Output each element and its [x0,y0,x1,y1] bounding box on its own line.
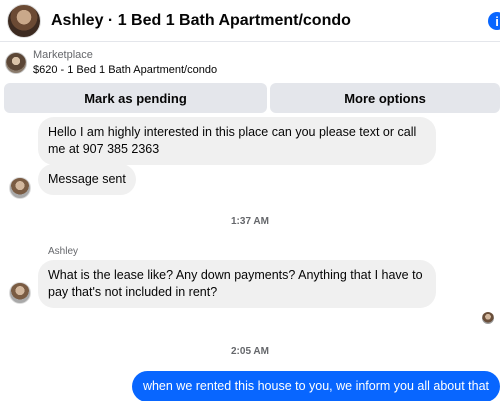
seen-avatar [482,312,494,324]
chat-window: Ashley · 1 Bed 1 Bath Apartment/condo i … [0,0,500,401]
marketplace-listing[interactable]: Marketplace $620 - 1 Bed 1 Bath Apartmen… [0,44,500,82]
message-bubble[interactable]: What is the lease like? Any down payment… [38,260,436,308]
message-bubble[interactable]: Message sent [38,164,136,195]
more-options-button[interactable]: More options [270,83,500,113]
sender-name: Ashley [48,246,79,257]
message-bubble[interactable]: Hello I am highly interested in this pla… [38,117,436,165]
timestamp: 1:37 AM [231,216,269,227]
avatar[interactable] [9,282,31,304]
avatar[interactable] [9,177,31,199]
listing-actions: Mark as pending More options [0,83,500,113]
listing-title: $620 - 1 Bed 1 Bath Apartment/condo [33,64,218,76]
conversation-header: Ashley · 1 Bed 1 Bath Apartment/condo i [0,0,500,42]
avatar[interactable] [7,3,41,38]
sent-message-bubble[interactable]: when we rented this house to you, we inf… [131,371,500,401]
info-icon[interactable]: i [488,12,500,30]
listing-source: Marketplace [33,49,93,61]
timestamp: 2:05 AM [231,346,269,357]
listing-thumbnail [5,52,27,74]
conversation-title[interactable]: Ashley · 1 Bed 1 Bath Apartment/condo [51,12,351,30]
mark-as-pending-button[interactable]: Mark as pending [4,83,267,113]
